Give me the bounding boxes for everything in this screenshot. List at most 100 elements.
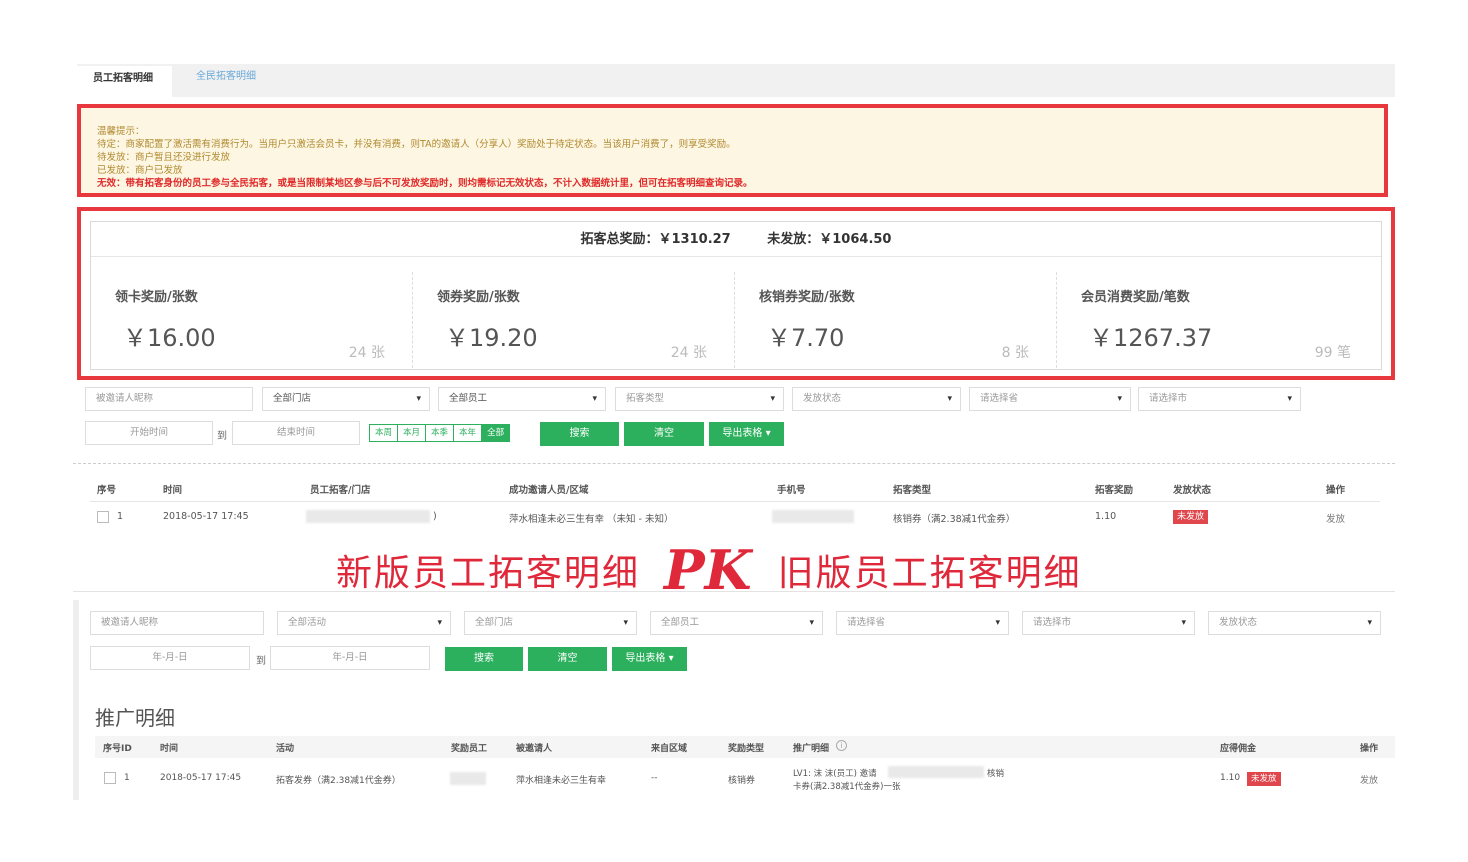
promo-type-select[interactable]: 拓客类型 [615, 387, 784, 411]
row-checkbox[interactable] [97, 511, 109, 523]
col-reward: 拓客奖励 [1095, 485, 1134, 496]
period-quarter-button[interactable]: 本季 [426, 425, 455, 441]
old-row-invitee: 萍水相逢未必三生有幸 [516, 776, 607, 786]
period-month-button[interactable]: 本月 [398, 425, 427, 441]
stat-title: 核销券奖励/张数 [759, 290, 855, 305]
old-start-date-input[interactable]: 年-月-日 [90, 646, 250, 670]
stats-summary: 拓客总奖励：￥1310.27 未发放：￥1064.50 [91, 222, 1381, 257]
notice-invalid: 无效：带有拓客身份的员工参与全民拓客，或是当限制某地区参与后不可发放奖励时，则均… [97, 178, 753, 189]
row-index: 1 [117, 511, 124, 522]
total-reward: 拓客总奖励：￥1310.27 [580, 232, 731, 247]
old-status-badge: 未发放 [1247, 772, 1281, 786]
issue-link[interactable]: 发放 [1326, 511, 1345, 525]
start-time-input[interactable]: 开始时间 [85, 421, 213, 445]
old-city-select[interactable]: 请选择市 [1022, 611, 1195, 635]
stat-amount: ￥7.70 [767, 324, 845, 352]
old-export-button[interactable]: 导出表格 ▾ [612, 647, 687, 671]
banner-old-label: 旧版员工拓客明细 [777, 553, 1082, 594]
stat-count: 24 张 [348, 345, 385, 361]
staff-select[interactable]: 全部员工 [438, 387, 606, 411]
tab-staff-detail[interactable]: 员工拓客明细 [77, 64, 172, 97]
old-col-reward-type: 奖励类型 [728, 744, 765, 754]
old-end-date-input[interactable]: 年-月-日 [270, 646, 430, 670]
stat-title: 领券奖励/张数 [437, 290, 520, 305]
stat-count: 24 张 [670, 345, 707, 361]
search-button[interactable]: 搜索 [540, 422, 619, 446]
old-col-action: 操作 [1360, 744, 1379, 754]
notice-to-issue: 待发放：商户暂且还没进行发放 [97, 152, 231, 163]
staff-name-redacted [306, 510, 430, 523]
inviter-nickname-input[interactable]: 被邀请人昵称 [85, 387, 253, 411]
banner-new-label: 新版员工拓客明细 [336, 553, 641, 594]
old-col-commission: 应得佣金 [1220, 744, 1257, 754]
promotion-detail-title: 推广明细 [95, 706, 175, 730]
old-col-time: 时间 [160, 744, 179, 754]
to-label: 到 [217, 431, 227, 442]
old-col-region: 来自区域 [651, 744, 688, 754]
status-badge: 未发放 [1173, 510, 1209, 524]
unpaid-reward: 未发放：￥1064.50 [767, 232, 892, 247]
old-row-index: 1 [124, 773, 130, 783]
old-row-activity: 拓客发券（满2.38减1代金券） [276, 776, 401, 786]
old-col-index: 序号ID [103, 744, 132, 754]
old-version-panel [73, 591, 1395, 691]
old-col-invitee: 被邀请人 [516, 744, 553, 754]
old-province-select[interactable]: 请选择省 [836, 611, 1009, 635]
old-row-region: -- [651, 773, 658, 783]
notice-issued: 已发放：商户已发放 [97, 165, 183, 176]
stat-title: 会员消费奖励/笔数 [1081, 290, 1190, 305]
phone-redacted [772, 510, 854, 523]
old-activity-select[interactable]: 全部活动 [277, 611, 451, 635]
col-staff-store: 员工拓客/门店 [310, 485, 371, 496]
end-time-input[interactable]: 结束时间 [232, 421, 360, 445]
col-invitee-region: 成功邀请人员/区域 [509, 485, 589, 496]
stat-card-reward: 领卡奖励/张数 ￥16.00 24 张 [91, 258, 413, 376]
notice-panel: 温馨提示： 待定：商家配置了激活需有消费行为。当用户只激活会员卡，并没有消费，则… [77, 104, 1388, 197]
stat-redeem-reward: 核销券奖励/张数 ￥7.70 8 张 [735, 258, 1057, 376]
old-to-label: 到 [256, 656, 266, 667]
old-col-activity: 活动 [276, 744, 295, 754]
old-issue-link[interactable]: 发放 [1360, 773, 1378, 786]
old-row-detail-line2: 卡券(满2.38减1代金券)一张 [793, 782, 901, 792]
col-index: 序号 [97, 485, 117, 496]
old-clear-button[interactable]: 清空 [528, 647, 607, 671]
old-inviter-nickname-input[interactable]: 被邀请人昵称 [90, 611, 264, 635]
period-week-button[interactable]: 本周 [370, 425, 399, 441]
stat-amount: ￥1267.37 [1089, 324, 1213, 352]
clear-button[interactable]: 清空 [624, 422, 704, 446]
stat-amount: ￥16.00 [123, 324, 216, 352]
period-all-button[interactable]: 全部 [482, 425, 510, 441]
old-row-checkbox[interactable] [104, 772, 116, 784]
tab-bar: 员工拓客明细 全民拓客明细 [77, 64, 1395, 97]
store-select[interactable]: 全部门店 [262, 387, 430, 411]
province-select[interactable]: 请选择省 [969, 387, 1131, 411]
old-staff-select[interactable]: 全部员工 [650, 611, 823, 635]
city-select[interactable]: 请选择市 [1138, 387, 1301, 411]
issue-status-select[interactable]: 发放状态 [792, 387, 961, 411]
info-icon[interactable]: i [836, 740, 847, 751]
col-phone: 手机号 [777, 485, 806, 496]
stat-count: 99 笔 [1314, 345, 1351, 361]
comparison-banner: 新版员工拓客明细 PK 旧版员工拓客明细 [336, 538, 1082, 602]
tab-all-people-detail[interactable]: 全民拓客明细 [180, 64, 280, 97]
col-promo-type: 拓客类型 [893, 485, 932, 496]
old-store-select[interactable]: 全部门店 [464, 611, 637, 635]
stat-count: 8 张 [1001, 345, 1029, 361]
old-row-reward-type: 核销券 [728, 776, 756, 786]
old-search-button[interactable]: 搜索 [445, 647, 523, 671]
old-row-detail-line1-end: 核销 [987, 769, 1005, 779]
detail-redacted [888, 766, 984, 778]
old-row-time: 2018-05-17 17:45 [160, 773, 242, 783]
row-reward: 1.10 [1095, 511, 1117, 522]
old-status-select[interactable]: 发放状态 [1208, 611, 1381, 635]
stat-amount: ￥19.20 [445, 324, 538, 352]
row-staff-suffix: ) [433, 511, 437, 522]
period-year-button[interactable]: 本年 [454, 425, 483, 441]
old-col-reward-staff: 奖励员工 [451, 744, 488, 754]
stat-title: 领卡奖励/张数 [115, 290, 198, 305]
stat-member-consume-reward: 会员消费奖励/笔数 ￥1267.37 99 笔 [1057, 258, 1379, 376]
export-button[interactable]: 导出表格 ▾ [709, 422, 784, 446]
stats-panel: 拓客总奖励：￥1310.27 未发放：￥1064.50 领卡奖励/张数 ￥16.… [77, 207, 1395, 380]
notice-pending: 待定：商家配置了激活需有消费行为。当用户只激活会员卡，并没有消费，则TA的邀请人… [97, 139, 736, 150]
old-col-promo-detail: 推广明细 [793, 744, 830, 754]
